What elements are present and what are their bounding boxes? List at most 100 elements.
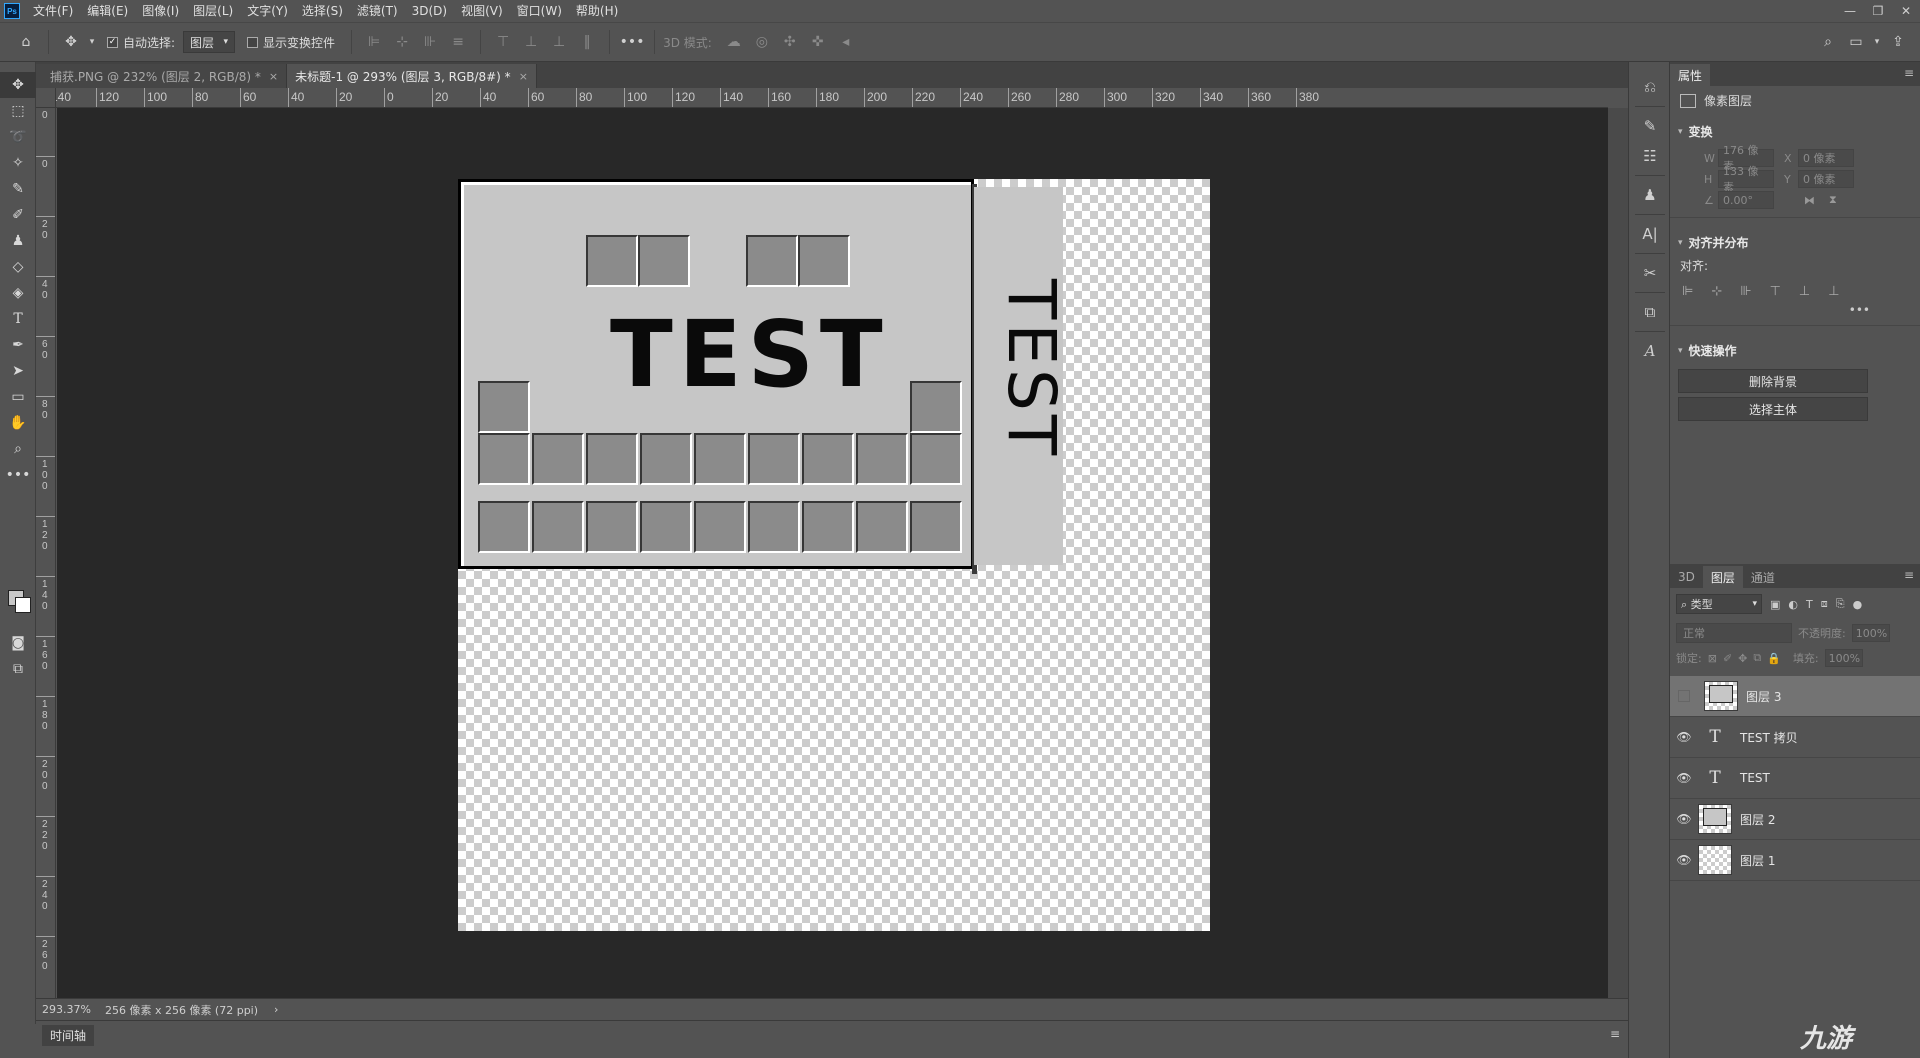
remove-background-button[interactable]: 删除背景: [1678, 369, 1868, 393]
workspace-icon[interactable]: ▭: [1844, 30, 1868, 54]
flip-vertical-icon[interactable]: ⧗: [1829, 193, 1837, 207]
brush-tool-icon[interactable]: ✐: [0, 202, 36, 228]
panel-menu-icon[interactable]: ≡: [1904, 66, 1914, 80]
menu-item-7[interactable]: 3D(D): [405, 0, 454, 22]
quick-mask-icon[interactable]: ◙: [0, 630, 36, 656]
type-tool-icon[interactable]: T: [0, 306, 36, 332]
3d-orbit-icon[interactable]: ☁: [722, 30, 746, 54]
vertical-scrollbar[interactable]: [1608, 108, 1628, 998]
clone-source-icon[interactable]: ♟: [1629, 180, 1671, 210]
chevron-down-icon[interactable]: ▾: [87, 30, 97, 54]
align-middle-icon[interactable]: ⊥: [519, 30, 543, 54]
x-field[interactable]: 0 像素: [1798, 149, 1854, 167]
screen-mode-icon[interactable]: ⧉: [0, 656, 36, 682]
search-icon[interactable]: ⌕: [1816, 30, 1840, 54]
align-right-icon[interactable]: ⊪: [418, 30, 442, 54]
canvas-vertical-text[interactable]: TEST: [993, 279, 1070, 459]
align-right-icon[interactable]: ⊪: [1740, 284, 1751, 299]
more-tools-icon[interactable]: •••: [0, 462, 36, 488]
zoom-tool-icon[interactable]: ⌕: [0, 436, 36, 462]
opacity-field[interactable]: 100%: [1851, 624, 1890, 642]
path-select-icon[interactable]: ➤: [0, 358, 36, 384]
glyphs-icon[interactable]: A: [1629, 336, 1671, 366]
filter-pixel-icon[interactable]: ▣: [1770, 598, 1780, 611]
move-tool-icon[interactable]: ✥: [0, 72, 36, 98]
chevron-down-icon[interactable]: ▾: [1872, 30, 1882, 54]
menu-item-8[interactable]: 视图(V): [454, 0, 510, 22]
close-icon[interactable]: ✕: [1892, 0, 1920, 22]
filter-type-icon[interactable]: T: [1806, 598, 1813, 611]
eraser-tool-icon[interactable]: ◇: [0, 254, 36, 280]
paint-bucket-icon[interactable]: ◈: [0, 280, 36, 306]
canvas-title-text[interactable]: TEST: [610, 305, 883, 405]
align-section-header[interactable]: ▾ 对齐并分布: [1670, 226, 1920, 257]
zoom-level[interactable]: 293.37%: [42, 1003, 91, 1016]
adjustments-icon[interactable]: ☷: [1629, 141, 1671, 171]
vertical-ruler[interactable]: 20020406080100120140160180200220240260: [36, 108, 56, 1008]
tab-untitled-1[interactable]: 未标题-1 @ 293% (图层 3, RGB/8#) * ×: [287, 64, 537, 88]
share-icon[interactable]: ⇪: [1886, 30, 1910, 54]
menu-item-1[interactable]: 编辑(E): [80, 0, 135, 22]
close-icon[interactable]: ×: [269, 70, 278, 83]
menu-item-6[interactable]: 滤镜(T): [350, 0, 405, 22]
layer-row[interactable]: 👁 图层 1: [1670, 840, 1920, 881]
brush-settings-icon[interactable]: ✎: [1629, 111, 1671, 141]
menu-item-5[interactable]: 选择(S): [295, 0, 350, 22]
align-top-icon[interactable]: ⊤: [491, 30, 515, 54]
more-options-icon[interactable]: •••: [620, 30, 645, 54]
layer-row[interactable]: 👁 T TEST: [1670, 758, 1920, 799]
layer-row[interactable]: 👁 图层 2: [1670, 799, 1920, 840]
tools-preset-icon[interactable]: ✂: [1629, 258, 1671, 288]
auto-select-dropdown[interactable]: 图层 ▾: [183, 31, 236, 53]
tab-capture-png[interactable]: 捕获.PNG @ 232% (图层 2, RGB/8) * ×: [36, 64, 288, 88]
filter-toggle-icon[interactable]: ●: [1853, 598, 1863, 611]
eyedropper-icon[interactable]: ✎: [0, 176, 36, 202]
libraries-icon[interactable]: ⧉: [1629, 297, 1671, 327]
restore-icon[interactable]: ❐: [1864, 0, 1892, 22]
layer-row[interactable]: 👁 T TEST 拷贝: [1670, 717, 1920, 758]
align-middle-icon[interactable]: ⊥: [1799, 284, 1810, 299]
menu-item-0[interactable]: 文件(F): [26, 0, 80, 22]
eye-icon[interactable]: 👁: [1670, 730, 1698, 744]
lock-pixels-icon[interactable]: ✐: [1723, 652, 1732, 665]
align-center-icon[interactable]: ⊹: [1711, 284, 1722, 299]
eye-icon[interactable]: 👁: [1670, 771, 1698, 785]
tab-layers[interactable]: 图层: [1702, 566, 1743, 588]
align-bottom-icon[interactable]: ⊥: [1828, 284, 1839, 299]
tab-properties[interactable]: 属性: [1670, 64, 1711, 86]
quick-actions-header[interactable]: ▾ 快速操作: [1670, 334, 1920, 365]
visibility-toggle-off[interactable]: [1678, 690, 1690, 702]
distribute-h-icon[interactable]: ≡: [446, 30, 470, 54]
filter-adjustment-icon[interactable]: ◐: [1788, 598, 1798, 611]
panel-menu-icon[interactable]: ≡: [1904, 568, 1914, 582]
3d-camera-icon[interactable]: ◂: [834, 30, 858, 54]
move-tool-icon[interactable]: ✥: [59, 30, 83, 54]
align-left-icon[interactable]: ⊫: [1682, 284, 1693, 299]
panel-menu-icon[interactable]: ≡: [1610, 1027, 1620, 1041]
3d-slide-icon[interactable]: ✜: [806, 30, 830, 54]
eye-icon[interactable]: 👁: [1670, 812, 1698, 826]
auto-select-checkbox[interactable]: ✓ 自动选择:: [107, 34, 175, 51]
stamp-tool-icon[interactable]: ♟: [0, 228, 36, 254]
height-field[interactable]: 133 像素: [1718, 165, 1774, 194]
tab-3d[interactable]: 3D: [1670, 566, 1703, 588]
angle-field[interactable]: 0.00°: [1718, 191, 1774, 209]
select-subject-button[interactable]: 选择主体: [1678, 397, 1868, 421]
flip-horizontal-icon[interactable]: ⧓: [1804, 194, 1815, 207]
tab-channels[interactable]: 通道: [1743, 566, 1783, 588]
eye-icon[interactable]: 👁: [1670, 853, 1698, 867]
blend-mode-dropdown[interactable]: 正常: [1676, 623, 1792, 643]
align-bottom-icon[interactable]: ⊥: [547, 30, 571, 54]
menu-item-2[interactable]: 图像(I): [135, 0, 186, 22]
menu-item-3[interactable]: 图层(L): [186, 0, 240, 22]
horizontal-ruler[interactable]: 1401201008060402002040608010012014016018…: [56, 88, 1608, 108]
fill-field[interactable]: 100%: [1824, 649, 1863, 667]
align-top-icon[interactable]: ⊤: [1770, 284, 1781, 299]
marquee-tool-icon[interactable]: ⬚: [0, 98, 36, 124]
lock-artboard-icon[interactable]: ⧉: [1753, 651, 1761, 665]
pen-tool-icon[interactable]: ✒: [0, 332, 36, 358]
y-field[interactable]: 0 像素: [1798, 170, 1854, 188]
3d-roll-icon[interactable]: ◎: [750, 30, 774, 54]
show-transform-checkbox[interactable]: 显示变换控件: [247, 34, 335, 51]
3d-drag-icon[interactable]: ✣: [778, 30, 802, 54]
